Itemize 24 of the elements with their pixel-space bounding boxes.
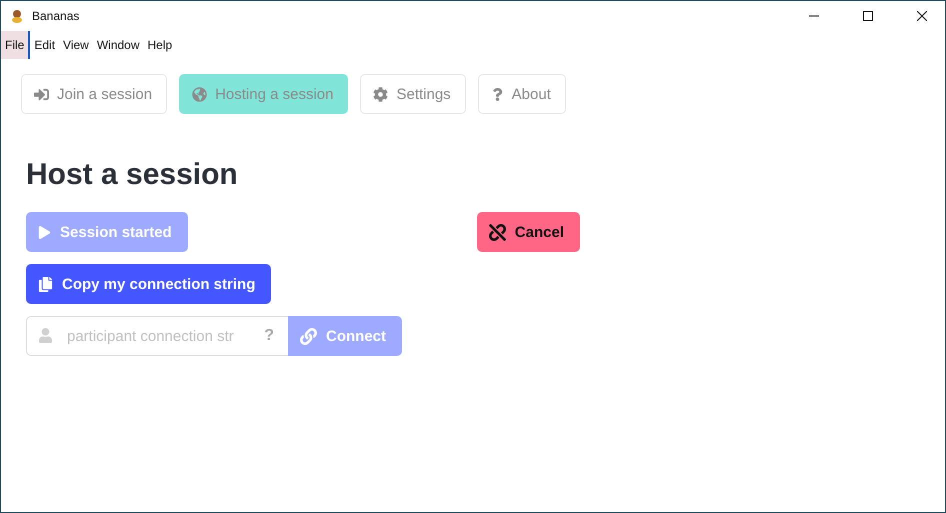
- tab[interactable]: Join a session: [21, 74, 168, 114]
- sign-in-icon: [34, 86, 49, 102]
- broken-link-icon: [488, 224, 506, 240]
- menu-item[interactable]: Edit: [30, 31, 60, 59]
- play-icon: [38, 226, 51, 238]
- cancel-button[interactable]: Cancel: [476, 212, 580, 252]
- link-icon: [300, 328, 317, 344]
- page-heading: Host a session: [26, 158, 239, 192]
- menu-item[interactable]: Window: [92, 31, 144, 59]
- close-icon: [917, 11, 927, 21]
- window-title: Bananas: [32, 9, 80, 23]
- help-icon: [490, 88, 504, 100]
- copy-icon: [38, 276, 53, 292]
- menu-item[interactable]: Help: [144, 31, 176, 59]
- tab[interactable]: Settings: [360, 74, 466, 114]
- menu-item[interactable]: View: [59, 31, 93, 59]
- menu-item[interactable]: File: [1, 31, 30, 59]
- globe-icon: [192, 86, 208, 102]
- settings-icon: [373, 86, 388, 102]
- copy-connection-button[interactable]: Copy my connection string: [26, 264, 272, 304]
- maximize-icon: [863, 11, 873, 21]
- help-mark: ?: [264, 327, 274, 345]
- tab[interactable]: About: [478, 74, 566, 114]
- user-icon: [38, 328, 53, 343]
